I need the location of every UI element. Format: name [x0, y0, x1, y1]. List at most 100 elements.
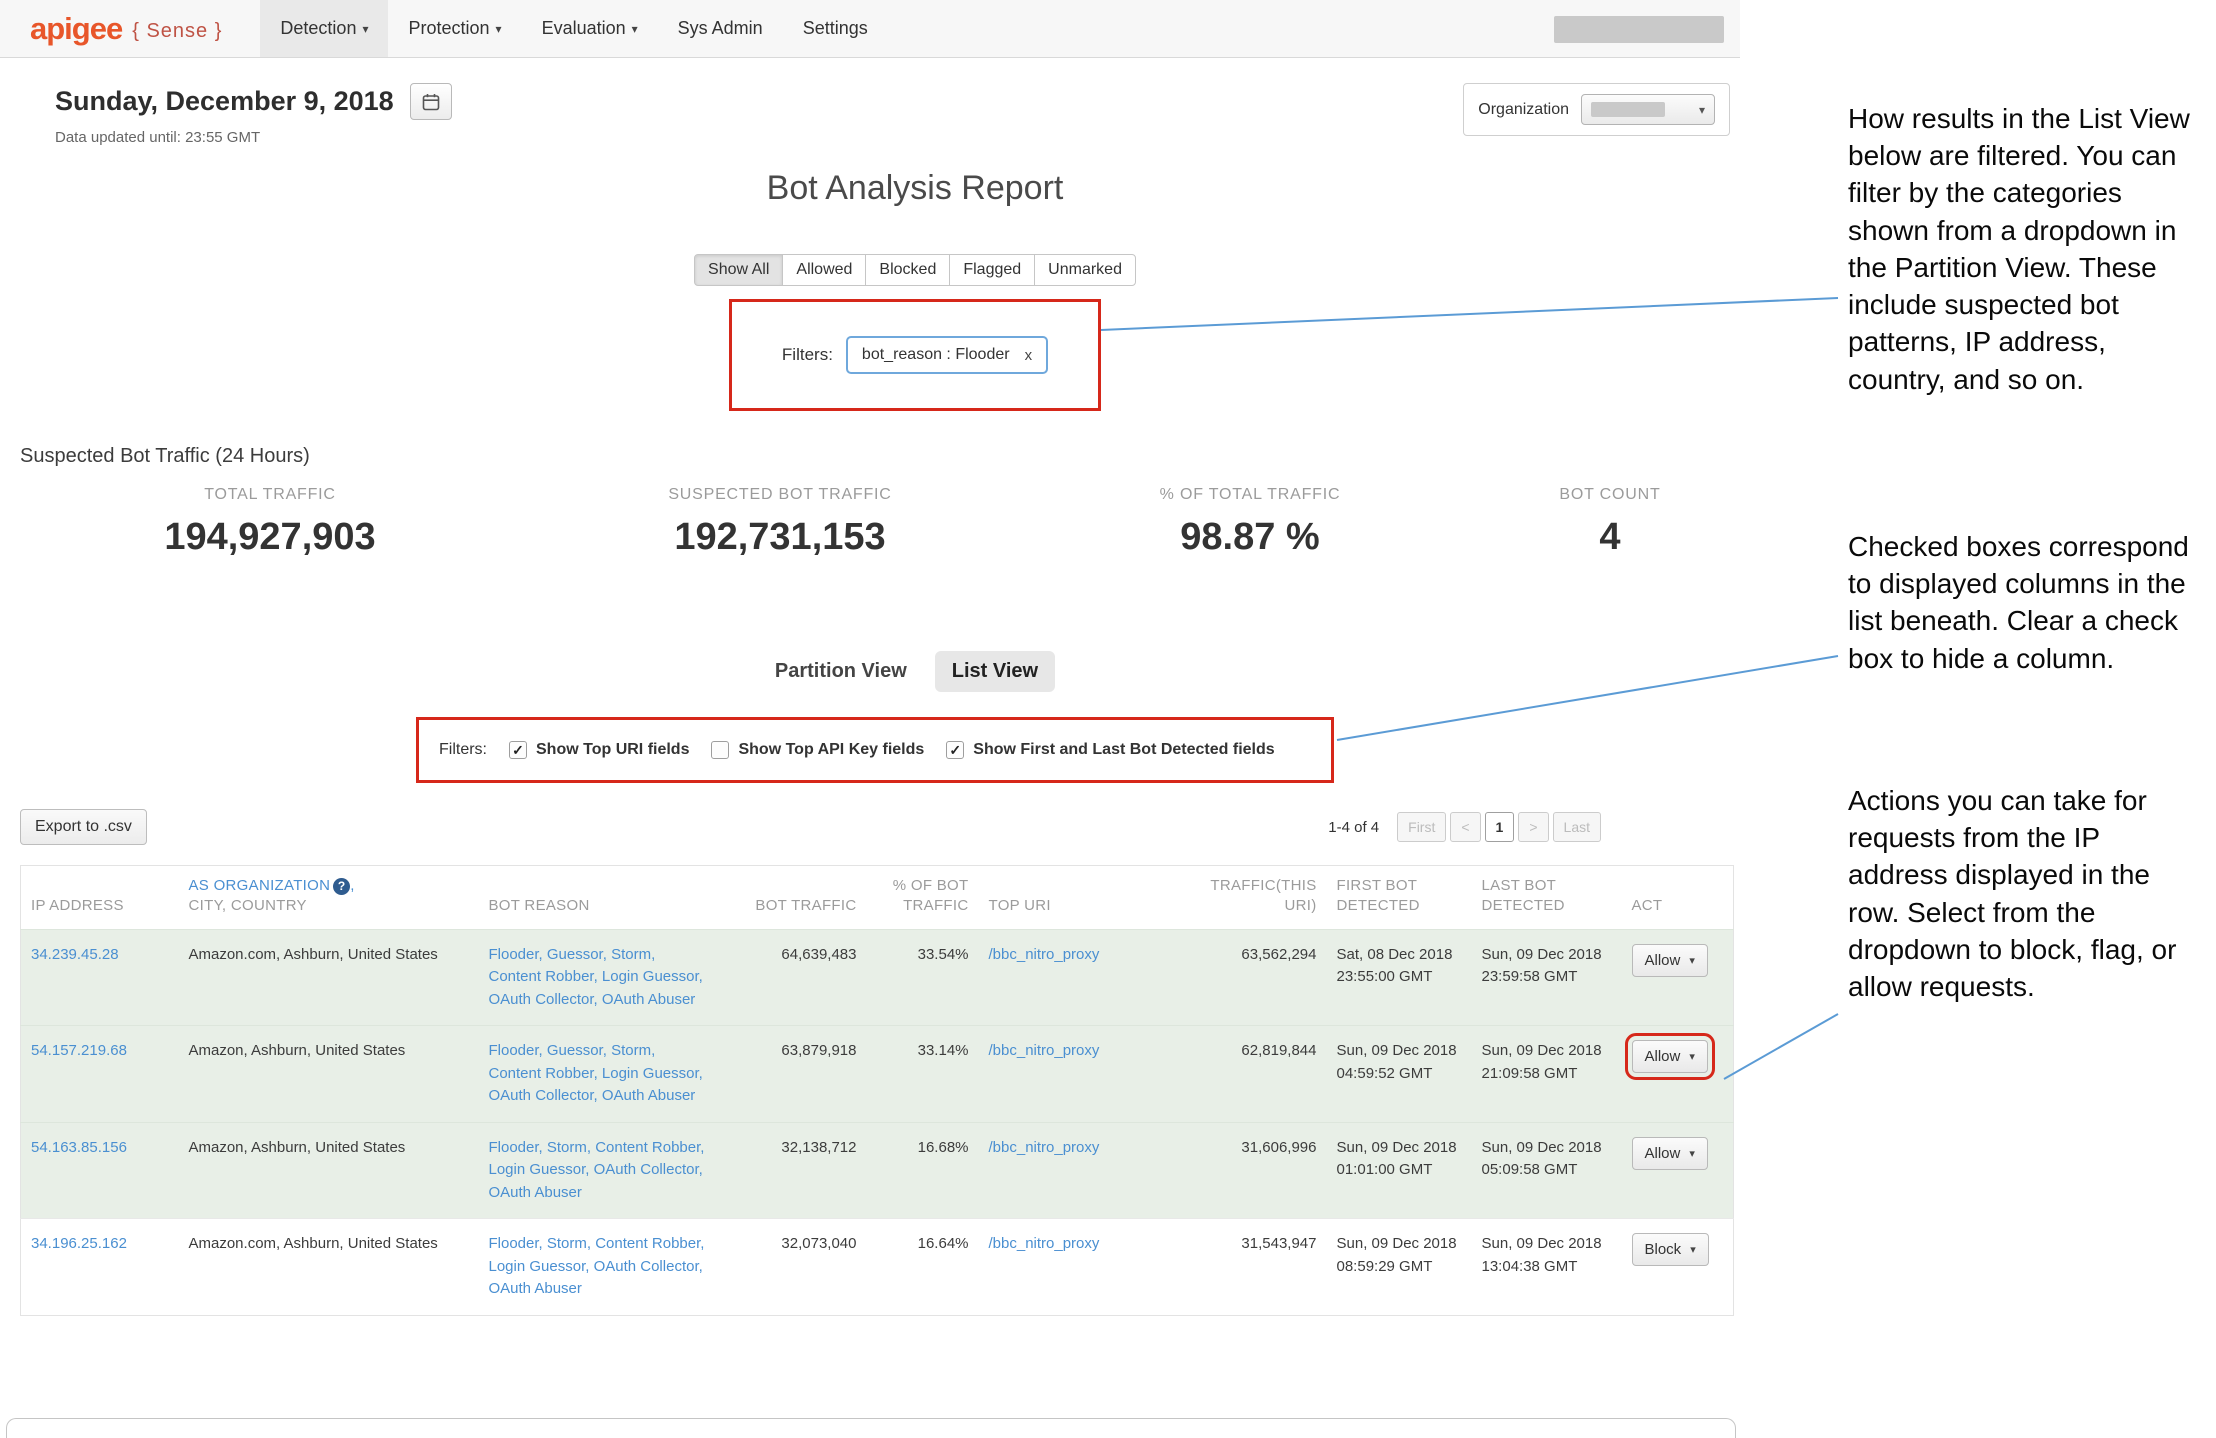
table-row: 34.239.45.28 Amazon.com, Ashburn, United…: [21, 929, 1734, 1026]
last-bot-detected-cell: Sun, 09 Dec 2018 23:59:58 GMT: [1472, 929, 1622, 1026]
tab-blocked[interactable]: Blocked: [865, 254, 950, 286]
checkbox-show-first-last-detected[interactable]: ✓ Show First and Last Bot Detected field…: [946, 741, 1274, 759]
pagination-last-button[interactable]: Last: [1553, 812, 1601, 842]
annotation-filter-note: How results in the List View below are f…: [1848, 100, 2196, 398]
action-dropdown[interactable]: Allow▾: [1632, 944, 1708, 977]
nav-item-label: Protection: [408, 18, 489, 39]
checkbox-show-top-uri[interactable]: ✓ Show Top URI fields: [509, 741, 689, 759]
nav-item-label: Settings: [803, 18, 868, 39]
checkbox-label: Show Top API Key fields: [738, 741, 924, 759]
tab-show-all[interactable]: Show All: [694, 254, 783, 286]
calendar-icon: [421, 92, 441, 112]
bot-traffic-cell: 32,138,712: [719, 1122, 867, 1219]
ip-address-link[interactable]: 54.163.85.156: [31, 1139, 127, 1156]
table-row: 54.163.85.156 Amazon, Ashburn, United St…: [21, 1122, 1734, 1219]
top-uri-link[interactable]: /bbc_nitro_proxy: [989, 1235, 1100, 1252]
ip-address-link[interactable]: 34.196.25.162: [31, 1235, 127, 1252]
ip-address-link[interactable]: 54.157.219.68: [31, 1042, 127, 1059]
export-csv-button[interactable]: Export to .csv: [20, 809, 147, 845]
stat-total-traffic: TOTAL TRAFFIC 194,927,903: [0, 486, 540, 559]
checkbox-label: Show Top URI fields: [536, 741, 689, 759]
nav-item-protection[interactable]: Protection ▾: [388, 0, 521, 57]
pagination: First < 1 > Last: [1397, 812, 1601, 842]
action-dropdown[interactable]: Allow ▾: [1632, 1137, 1708, 1170]
top-navigation: apigee { Sense } Detection ▾ Protection …: [0, 0, 1740, 58]
redacted-account-info: [1554, 16, 1724, 43]
checkbox-icon[interactable]: ✓: [509, 741, 527, 759]
apigee-logo[interactable]: apigee: [30, 11, 122, 47]
organization-dropdown[interactable]: ▾: [1581, 94, 1715, 125]
partition-view-tab[interactable]: Partition View: [775, 660, 907, 683]
chevron-down-icon: ▾: [1689, 1147, 1695, 1160]
list-toolbar: Export to .csv 1-4 of 4 First < 1 > Last: [0, 809, 1740, 845]
header-as-organization: AS ORGANIZATION?, CITY, COUNTRY: [179, 866, 479, 930]
bot-reason-links[interactable]: Flooder, Storm, Content Robber, Login Gu…: [489, 1235, 705, 1297]
nav-item-sys-admin[interactable]: Sys Admin ▾: [658, 0, 783, 57]
bot-reason-links[interactable]: Flooder, Guessor, Storm, Content Robber,…: [489, 946, 703, 1008]
stat-bot-count: BOT COUNT 4: [1480, 486, 1740, 559]
check-icon: ✓: [949, 743, 961, 757]
list-view-tab[interactable]: List View: [935, 651, 1055, 692]
header-act: ACT: [1622, 866, 1734, 930]
tab-unmarked[interactable]: Unmarked: [1034, 254, 1136, 286]
organization-label: Organization: [1478, 101, 1569, 119]
top-uri-link[interactable]: /bbc_nitro_proxy: [989, 946, 1100, 963]
tab-flagged[interactable]: Flagged: [949, 254, 1035, 286]
as-organization-cell: Amazon.com, Ashburn, United States: [179, 1219, 479, 1316]
table-row: 34.196.25.162 Amazon.com, Ashburn, Unite…: [21, 1219, 1734, 1316]
nav-item-evaluation[interactable]: Evaluation ▾: [522, 0, 658, 57]
chevron-down-icon: ▾: [632, 22, 638, 36]
pagination-next-button[interactable]: >: [1518, 812, 1548, 842]
header-first-bot-detected: FIRST BOT DETECTED: [1327, 866, 1472, 930]
help-icon[interactable]: ?: [333, 878, 350, 895]
annotation-actions-note: Actions you can take for requests from t…: [1848, 782, 2196, 1005]
annotation-columns-note: Checked boxes correspond to displayed co…: [1848, 528, 2196, 677]
pagination-page-1-button[interactable]: 1: [1485, 812, 1515, 842]
top-uri-link[interactable]: /bbc_nitro_proxy: [989, 1139, 1100, 1156]
table-header-row: IP ADDRESS AS ORGANIZATION?, CITY, COUNT…: [21, 866, 1734, 930]
action-dropdown[interactable]: Block▾: [1632, 1233, 1709, 1266]
filter-tag-text: bot_reason : Flooder: [862, 346, 1010, 364]
bot-reason-links[interactable]: Flooder, Storm, Content Robber, Login Gu…: [489, 1139, 705, 1201]
ip-address-link[interactable]: 34.239.45.28: [31, 946, 119, 963]
checkbox-icon[interactable]: ✓: [711, 741, 729, 759]
bot-traffic-cell: 64,639,483: [719, 929, 867, 1026]
column-filters-label: Filters:: [439, 741, 487, 759]
table-row: 54.157.219.68 Amazon, Ashburn, United St…: [21, 1026, 1734, 1123]
report-date: Sunday, December 9, 2018: [55, 86, 394, 117]
pagination-first-button[interactable]: First: [1397, 812, 1446, 842]
action-label: Allow: [1645, 1145, 1681, 1162]
chevron-down-icon: ▾: [1690, 1243, 1696, 1256]
bot-list-table: IP ADDRESS AS ORGANIZATION?, CITY, COUNT…: [20, 865, 1734, 1316]
top-uri-link[interactable]: /bbc_nitro_proxy: [989, 1042, 1100, 1059]
nav-item-detection[interactable]: Detection ▾: [260, 0, 388, 57]
stat-label: TOTAL TRAFFIC: [0, 486, 540, 504]
last-bot-detected-cell: Sun, 09 Dec 2018 21:09:58 GMT: [1472, 1026, 1622, 1123]
nav-item-settings[interactable]: Settings ▾: [783, 0, 888, 57]
action-dropdown-highlighted[interactable]: Allow▾: [1632, 1040, 1708, 1073]
stat-label: SUSPECTED BOT TRAFFIC: [540, 486, 1020, 504]
header-as-org-text: AS ORGANIZATION: [189, 877, 331, 894]
tab-allowed[interactable]: Allowed: [782, 254, 866, 286]
first-bot-detected-cell: Sun, 09 Dec 2018 01:01:00 GMT: [1327, 1122, 1472, 1219]
annotation-highlight-box-filters: Filters: bot_reason : Flooder x: [729, 299, 1101, 411]
bot-reason-links[interactable]: Flooder, Guessor, Storm, Content Robber,…: [489, 1042, 703, 1104]
chevron-down-icon: ▾: [362, 22, 368, 36]
last-bot-detected-cell: Sun, 09 Dec 2018 05:09:58 GMT: [1472, 1122, 1622, 1219]
checkbox-show-top-api-key[interactable]: ✓ Show Top API Key fields: [711, 741, 924, 759]
as-organization-cell: Amazon.com, Ashburn, United States: [179, 929, 479, 1026]
stat-value: 4: [1480, 516, 1740, 559]
next-panel-top-edge: [6, 1418, 1736, 1438]
filter-tag-bot-reason[interactable]: bot_reason : Flooder x: [846, 336, 1048, 374]
pagination-range-label: 1-4 of 4: [1328, 819, 1379, 836]
remove-filter-icon[interactable]: x: [1025, 347, 1033, 364]
checkbox-icon[interactable]: ✓: [946, 741, 964, 759]
header-bot-traffic: BOT TRAFFIC: [719, 866, 867, 930]
stat-value: 98.87 %: [1020, 516, 1480, 559]
header-city-country: CITY, COUNTRY: [189, 897, 307, 914]
traffic-this-uri-cell: 62,819,844: [1179, 1026, 1327, 1123]
calendar-button[interactable]: [410, 83, 452, 120]
as-organization-cell: Amazon, Ashburn, United States: [179, 1122, 479, 1219]
pagination-prev-button[interactable]: <: [1450, 812, 1480, 842]
as-organization-cell: Amazon, Ashburn, United States: [179, 1026, 479, 1123]
